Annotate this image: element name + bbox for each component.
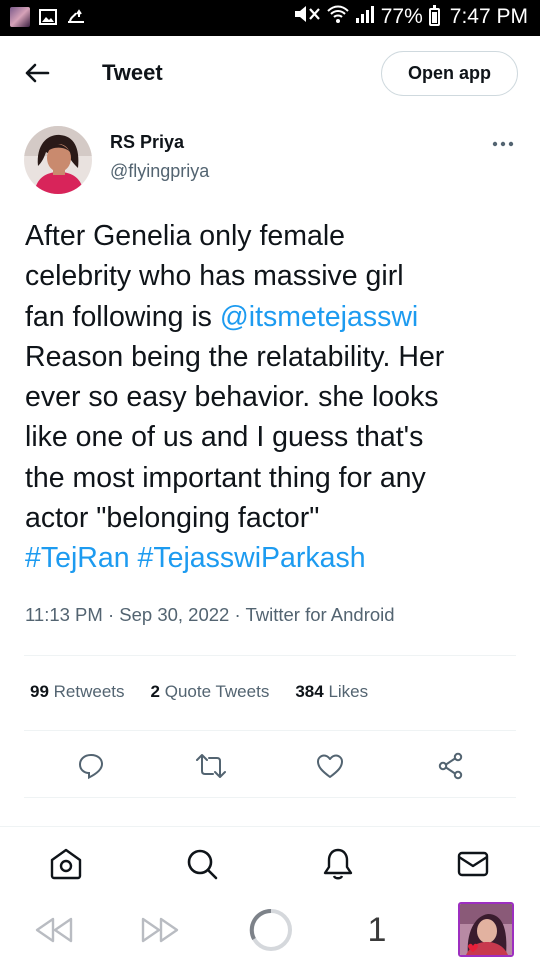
messages-icon[interactable] — [455, 846, 491, 882]
author-handle[interactable]: @flyingpriya — [110, 161, 209, 182]
author-name[interactable]: RS Priya — [110, 132, 184, 153]
search-icon[interactable] — [184, 846, 220, 882]
author-avatar[interactable] — [24, 126, 92, 194]
notifications-icon[interactable] — [320, 846, 356, 882]
tweet-line: the most important thing for any — [25, 461, 426, 494]
tweet-date[interactable]: Sep 30, 2022 — [119, 604, 229, 625]
notification-icons — [10, 7, 86, 27]
quote-tweets-count: 2 — [150, 682, 160, 701]
divider — [24, 655, 516, 656]
retweets-label: Retweets — [53, 682, 125, 701]
back-arrow-icon[interactable] — [22, 58, 52, 88]
tab-count[interactable]: 1 — [362, 910, 392, 950]
rewind-icon[interactable] — [32, 910, 76, 950]
tweet-source[interactable]: Twitter for Android — [245, 604, 394, 625]
retweet-icon[interactable] — [195, 750, 227, 782]
top-app-bar: Tweet Open app — [0, 36, 540, 112]
reply-icon[interactable] — [75, 750, 107, 782]
fast-forward-icon[interactable] — [138, 910, 182, 950]
tweet-line: fan following is @itsmetejasswi — [25, 297, 523, 337]
more-options-icon[interactable] — [490, 134, 516, 154]
open-app-button[interactable]: Open app — [381, 51, 518, 96]
home-icon[interactable] — [48, 846, 84, 882]
browser-toolbar: 1 — [0, 898, 540, 960]
likes-count: 384 — [295, 682, 324, 701]
hashtag-link[interactable]: #TejRan — [25, 542, 130, 574]
retweets-count: 99 — [30, 682, 49, 701]
cloud-sync-icon — [66, 7, 86, 27]
tweet-line: Reason being the relatability. Her — [25, 340, 445, 373]
profile-thumbnail[interactable] — [458, 902, 514, 957]
notification-image-icon — [10, 7, 30, 27]
retweets-stat[interactable]: 99 Retweets — [30, 682, 125, 702]
tweet-line: #TejRan #TejasswiParkash — [25, 538, 523, 578]
tweet-line-text: fan following is — [25, 300, 220, 333]
loading-spinner-icon — [247, 906, 295, 954]
gallery-icon — [38, 7, 58, 27]
wifi-icon — [327, 4, 349, 30]
status-bar: 77% 7:47 PM — [0, 0, 540, 36]
tweet-text: After Genelia only female celebrity who … — [25, 216, 523, 579]
tweet-actions — [0, 744, 540, 788]
quote-tweets-label: Quote Tweets — [164, 682, 270, 701]
quote-tweets-stat[interactable]: 2 Quote Tweets — [151, 682, 270, 702]
likes-label: Likes — [328, 682, 369, 701]
like-icon[interactable] — [314, 750, 346, 782]
share-icon[interactable] — [435, 750, 467, 782]
tweet-time[interactable]: 11:13 PM — [25, 604, 103, 625]
bottom-nav-divider — [0, 826, 540, 827]
divider — [24, 730, 516, 731]
tweet-line: ever so easy behavior. she looks — [25, 381, 439, 414]
hashtag-link[interactable]: #TejasswiParkash — [138, 542, 366, 574]
likes-stat[interactable]: 384 Likes — [295, 682, 368, 702]
mention-link[interactable]: @itsmetejasswi — [220, 301, 418, 333]
mute-icon — [293, 4, 321, 30]
page-title: Tweet — [102, 60, 163, 85]
tweet-line: After Genelia only female — [25, 220, 345, 252]
divider — [24, 797, 516, 798]
signal-icon — [355, 5, 375, 29]
battery-icon — [428, 5, 440, 26]
tweet-meta: 11:13 PM · Sep 30, 2022 · Twitter for An… — [25, 604, 395, 626]
tab-count-number: 1 — [367, 910, 387, 949]
meta-separator: · — [102, 604, 120, 625]
tweet-line: celebrity who has massive girl — [25, 260, 404, 293]
clock: 7:47 PM — [449, 5, 528, 28]
tweet-line: like one of us and I guess that's — [25, 421, 424, 454]
system-indicators: 77% 7:47 PM — [293, 4, 528, 30]
meta-separator: · — [229, 604, 246, 625]
battery-percent: 77% — [380, 5, 423, 28]
tweet-stats: 99 Retweets 2 Quote Tweets 384 Likes — [30, 682, 368, 702]
tweet-line: actor "belonging factor" — [25, 502, 320, 535]
